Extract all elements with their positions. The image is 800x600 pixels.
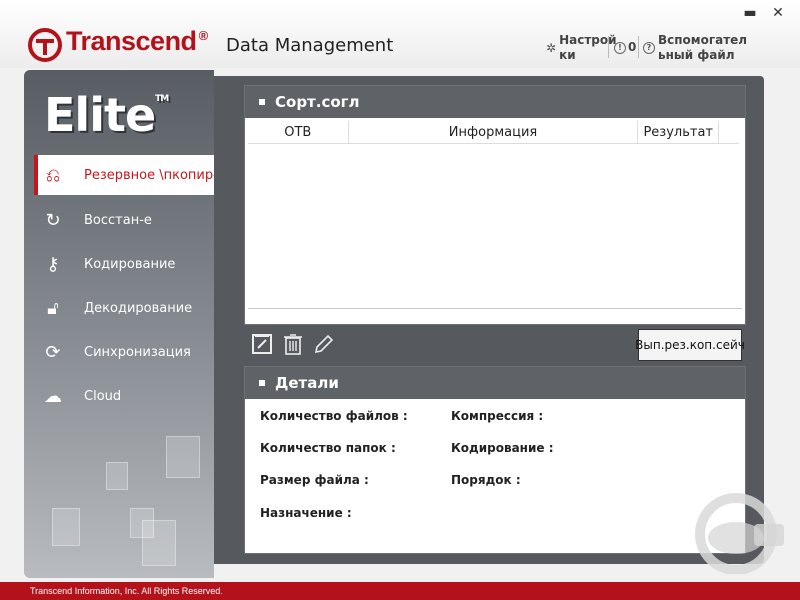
details-panel: Детали (244, 366, 746, 554)
key-icon: ⚷ (46, 253, 60, 275)
footer-copyright: Transcend Information, Inc. All Rights R… (0, 582, 800, 600)
close-button[interactable]: ✕ (768, 4, 788, 22)
elite-logo: EliteTM (44, 88, 169, 142)
panel-title: Детали (275, 374, 339, 392)
sync-icon: ⟳ (45, 341, 61, 363)
sidebar-item-label: Декодирование (84, 300, 193, 316)
bullet (259, 99, 265, 105)
backup-icon: ⎌ (45, 164, 61, 186)
pencil-icon[interactable] (312, 332, 336, 356)
decorative-document-icon (106, 462, 128, 490)
backup-table-body[interactable] (248, 144, 739, 308)
panel-header: Детали (245, 367, 745, 399)
decorative-document-icon (142, 520, 176, 566)
brand-name: Transcend ® (66, 26, 208, 56)
sidebar-item-label: Резервное \пкопир- (84, 167, 218, 183)
sidebar-item-sync[interactable]: ⟳ Синхронизация (34, 332, 214, 372)
help-label: Вспомогател ьный файл (658, 33, 748, 62)
table-bottom-border (248, 308, 742, 309)
column-spacer (719, 121, 739, 143)
sidebar-item-backup[interactable]: ⎌ Резервное \пкопир- (34, 155, 218, 195)
watermark-logo (695, 493, 784, 574)
info-icon: ! (614, 41, 626, 54)
detail-file-size: Размер файла : (260, 473, 369, 487)
sidebar-item-restore[interactable]: ↻ Восстан-е (34, 200, 214, 240)
sidebar-item-label: Восстан-е (84, 212, 152, 228)
unlock-icon: 🔓︎ (47, 297, 59, 319)
sidebar-item-encryption[interactable]: ⚷ Кодирование (34, 244, 214, 284)
minimize-button[interactable]: ▬ (740, 4, 760, 22)
detail-folder-count: Количество папок : (260, 441, 396, 455)
detail-order: Порядок : (451, 473, 521, 487)
sidebar-item-cloud[interactable]: ☁ Cloud (34, 376, 214, 416)
settings-link[interactable]: ✲ Настрой ки (546, 33, 617, 63)
detail-destination: Назначение : (260, 506, 352, 520)
edit-file-icon[interactable] (250, 332, 274, 356)
help-icon: ? (643, 42, 655, 54)
table-header: ОТВ Информация Результат (248, 121, 739, 144)
restore-icon: ↻ (45, 209, 61, 231)
sidebar-item-decryption[interactable]: 🔓︎ Декодирование (34, 288, 214, 328)
column-header-otv[interactable]: ОТВ (248, 121, 349, 143)
panel-header: Сорт.согл (245, 86, 745, 118)
cloud-icon: ☁ (44, 385, 62, 407)
detail-file-count: Количество файлов : (260, 409, 408, 423)
help-link[interactable]: ? Вспомогател ьный файл (643, 33, 747, 63)
run-backup-now-button[interactable]: Вып.рез.коп.сейч (635, 329, 745, 361)
sidebar-item-label: Синхронизация (84, 344, 191, 360)
about-link[interactable]: ! 0 (614, 40, 636, 55)
detail-encoding: Кодирование : (451, 441, 554, 455)
transcend-logo-icon (28, 28, 62, 62)
trash-icon[interactable] (281, 332, 305, 356)
header-divider (638, 36, 639, 58)
gear-icon: ✲ (546, 40, 557, 55)
column-header-result[interactable]: Результат (638, 121, 720, 143)
header-divider (608, 36, 609, 58)
column-header-info[interactable]: Информация (349, 121, 639, 143)
sidebar-item-label: Cloud (84, 388, 122, 404)
detail-compression: Компрессия : (451, 409, 544, 423)
decorative-document-icon (52, 508, 80, 546)
decorative-document-icon (166, 436, 200, 478)
sidebar-item-label: Кодирование (84, 256, 176, 272)
about-label: 0 (628, 40, 637, 54)
panel-title: Сорт.согл (275, 93, 360, 111)
bullet (259, 380, 265, 386)
app-title: Data Management (226, 35, 394, 56)
